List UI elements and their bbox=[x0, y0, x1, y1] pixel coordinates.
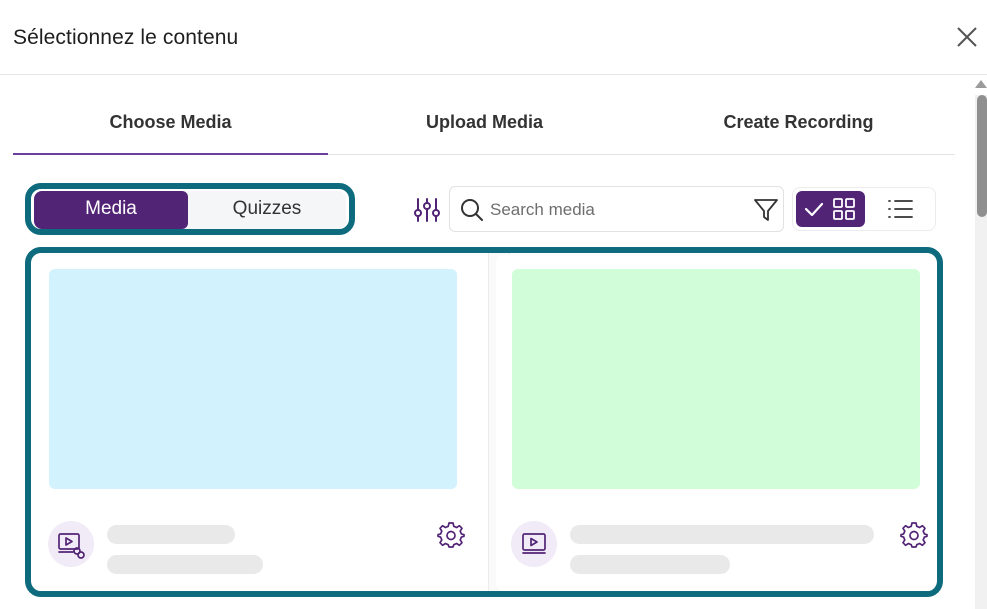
scroll-thumb[interactable] bbox=[977, 95, 987, 217]
gear-icon bbox=[900, 522, 928, 548]
list-icon bbox=[888, 200, 913, 218]
filter-button[interactable] bbox=[752, 196, 780, 224]
view-mode-switch bbox=[792, 187, 936, 231]
sliders-button[interactable] bbox=[413, 196, 441, 224]
scroll-up-arrow-icon[interactable] bbox=[975, 80, 987, 88]
media-thumbnail bbox=[49, 269, 457, 489]
video-icon bbox=[522, 533, 546, 554]
toggle-media-button[interactable]: Media bbox=[34, 191, 188, 229]
toggle-quizzes-button[interactable]: Quizzes bbox=[190, 191, 344, 229]
tab-create-recording[interactable]: Create Recording bbox=[641, 95, 956, 154]
gear-icon bbox=[437, 522, 465, 548]
search-icon bbox=[461, 199, 483, 221]
media-thumbnail bbox=[512, 269, 920, 489]
tab-upload-media[interactable]: Upload Media bbox=[327, 95, 642, 154]
funnel-icon bbox=[754, 199, 778, 221]
grid-view-button[interactable] bbox=[796, 191, 865, 227]
dialog-title: Sélectionnez le contenu bbox=[13, 26, 239, 49]
subtitle-placeholder bbox=[570, 555, 730, 574]
toggle-track: Media Quizzes bbox=[34, 191, 346, 229]
close-icon bbox=[957, 27, 977, 47]
list-view-button[interactable] bbox=[873, 191, 933, 227]
search-input[interactable] bbox=[490, 197, 740, 223]
dialog-header: Sélectionnez le contenu bbox=[0, 0, 987, 75]
title-placeholder bbox=[107, 525, 235, 544]
media-type-badge bbox=[48, 521, 94, 567]
media-type-badge bbox=[511, 521, 557, 567]
check-icon bbox=[804, 202, 824, 217]
scrollbar[interactable] bbox=[955, 75, 987, 609]
media-grid bbox=[25, 247, 943, 597]
scroll-track[interactable] bbox=[975, 95, 987, 609]
grid-icon bbox=[833, 198, 855, 220]
tab-choose-media[interactable]: Choose Media bbox=[13, 95, 328, 155]
subtitle-placeholder bbox=[107, 555, 263, 574]
sliders-icon bbox=[414, 198, 440, 222]
search-box bbox=[449, 186, 784, 232]
media-tabs: Choose Media Upload Media Create Recordi… bbox=[13, 95, 955, 155]
media-card[interactable] bbox=[496, 255, 936, 591]
close-button[interactable] bbox=[952, 22, 982, 52]
content-type-toggle: Media Quizzes bbox=[25, 183, 355, 235]
card-settings-button[interactable] bbox=[437, 521, 465, 549]
media-card[interactable] bbox=[33, 255, 473, 591]
card-settings-button[interactable] bbox=[900, 521, 928, 549]
title-placeholder bbox=[570, 525, 874, 544]
video-link-icon bbox=[58, 533, 85, 559]
